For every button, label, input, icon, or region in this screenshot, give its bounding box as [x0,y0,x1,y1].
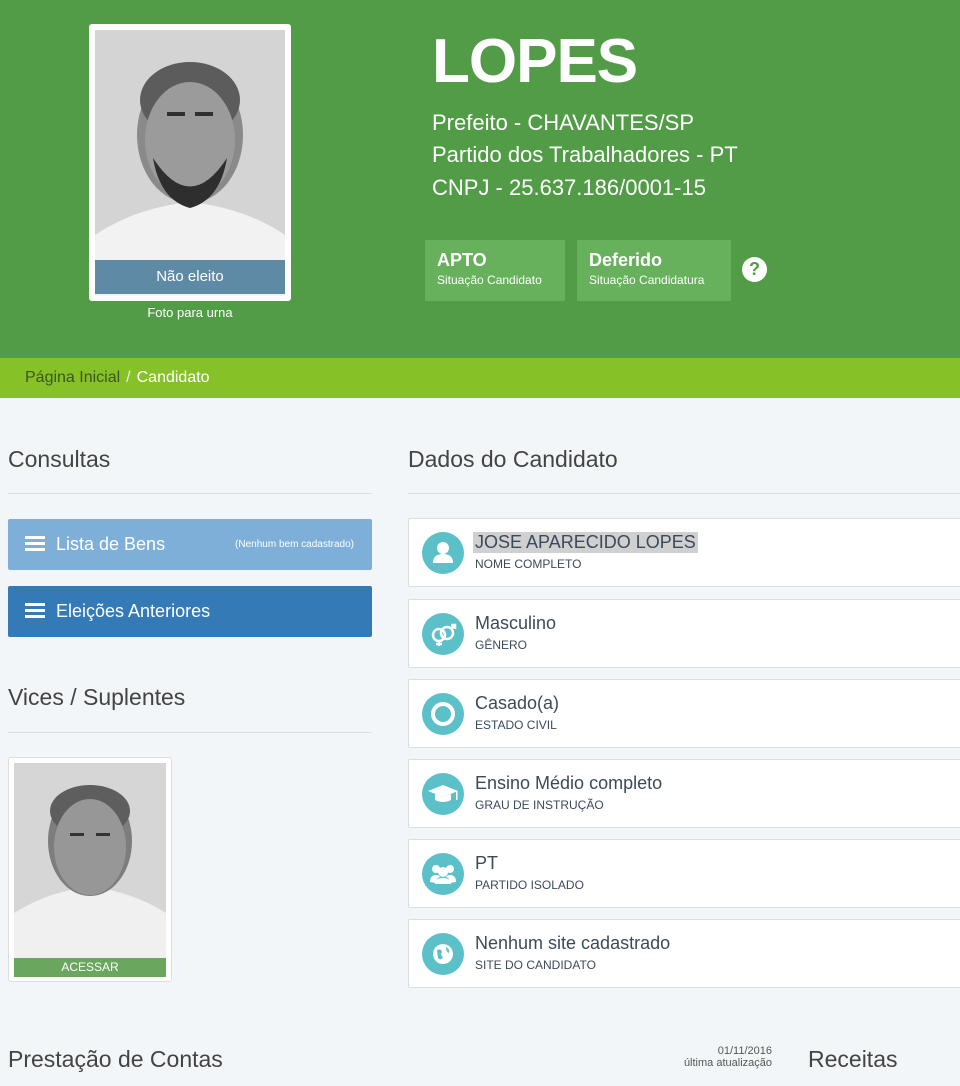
website-card: Nenhum site cadastrado SITE DO CANDIDATO [408,919,960,988]
full-name-card: JOSE APARECIDO LOPES NOME COMPLETO [408,518,960,587]
candidate-portrait-icon [95,30,285,296]
divider [8,732,372,733]
divider [8,493,372,494]
election-status-label: Não eleito [95,260,285,294]
badge-value: Deferido [589,250,663,270]
candidate-party: Partido dos Trabalhadores - PT [432,142,738,167]
party-card: PT PARTIDO ISOLADO [408,839,960,908]
user-icon [422,532,464,574]
update-date: 01/11/2016 [717,1045,772,1057]
last-update: 01/11/2016 última atualização [662,1045,772,1069]
candidate-situation-badge: APTO Situação Candidato [425,240,565,301]
list-icon [25,603,45,619]
party-value: PT [475,853,499,873]
breadcrumb: Página Inicial / Candidato [0,358,960,398]
receitas-title: Receitas [808,1046,898,1072]
marital-status-card: Casado(a) ESTADO CIVIL [408,679,960,748]
prestacao-title: Prestação de Contas [8,1046,223,1072]
divider [408,493,960,494]
candidate-name: LOPES [432,27,638,96]
candidate-header: Não eleito Foto para urna LOPES Prefeito… [0,0,960,358]
eleicoes-anteriores-label: Eleições Anteriores [56,601,211,621]
education-card: Ensino Médio completo GRAU DE INSTRUÇÃO [408,759,960,828]
acessar-button[interactable]: ACESSAR [14,958,166,977]
education-label: GRAU DE INSTRUÇÃO [475,798,604,812]
lista-de-bens-button[interactable]: Lista de Bens (Nenhum bem cadastrado) [8,519,372,570]
gender-icon [422,613,464,655]
vices-title: Vices / Suplentes [8,684,186,710]
update-label: última atualização [683,1057,772,1069]
bens-note: (Nenhum bem cadastrado) [235,539,354,550]
help-icon[interactable]: ? [742,257,767,282]
ring-icon [422,693,464,735]
graduation-cap-icon [422,773,464,815]
gender-value: Masculino [475,613,557,633]
gender-label: GÊNERO [475,638,528,652]
photo-caption: Foto para urna [147,305,233,320]
marital-status-value: Casado(a) [475,693,560,713]
candidate-office: Prefeito - CHAVANTES/SP [432,110,695,135]
candidate-cnpj: CNPJ - 25.637.186/0001-15 [432,175,706,200]
candidacy-situation-badge: Deferido Situação Candidatura [577,240,731,301]
dados-title: Dados do Candidato [408,446,618,472]
website-label: SITE DO CANDIDATO [475,958,596,972]
gender-card: Masculino GÊNERO [408,599,960,668]
website-value: Nenhum site cadastrado [475,933,671,953]
full-name-label: NOME COMPLETO [475,557,582,571]
consultas-title: Consultas [8,446,111,472]
globe-icon [422,933,464,975]
breadcrumb-separator: / [126,369,131,386]
breadcrumb-home-link[interactable]: Página Inicial [25,369,120,386]
badge-label: Situação Candidatura [589,273,705,287]
marital-status-label: ESTADO CIVIL [475,718,557,732]
candidate-photo [95,30,285,296]
vice-photo [14,763,166,959]
list-icon [25,536,45,552]
breadcrumb-current: Candidato [136,369,210,386]
eleicoes-anteriores-button[interactable]: Eleições Anteriores [8,586,372,637]
vice-portrait-icon [14,763,166,959]
education-value: Ensino Médio completo [475,773,663,793]
candidate-photo-card: Não eleito [89,24,291,301]
full-name-value: JOSE APARECIDO LOPES [473,532,698,553]
lista-de-bens-label: Lista de Bens [56,534,166,554]
vice-card[interactable]: ACESSAR [8,757,172,982]
badge-value: APTO [437,250,487,270]
group-icon [422,853,464,895]
party-label: PARTIDO ISOLADO [475,878,584,892]
badge-label: Situação Candidato [437,273,542,287]
